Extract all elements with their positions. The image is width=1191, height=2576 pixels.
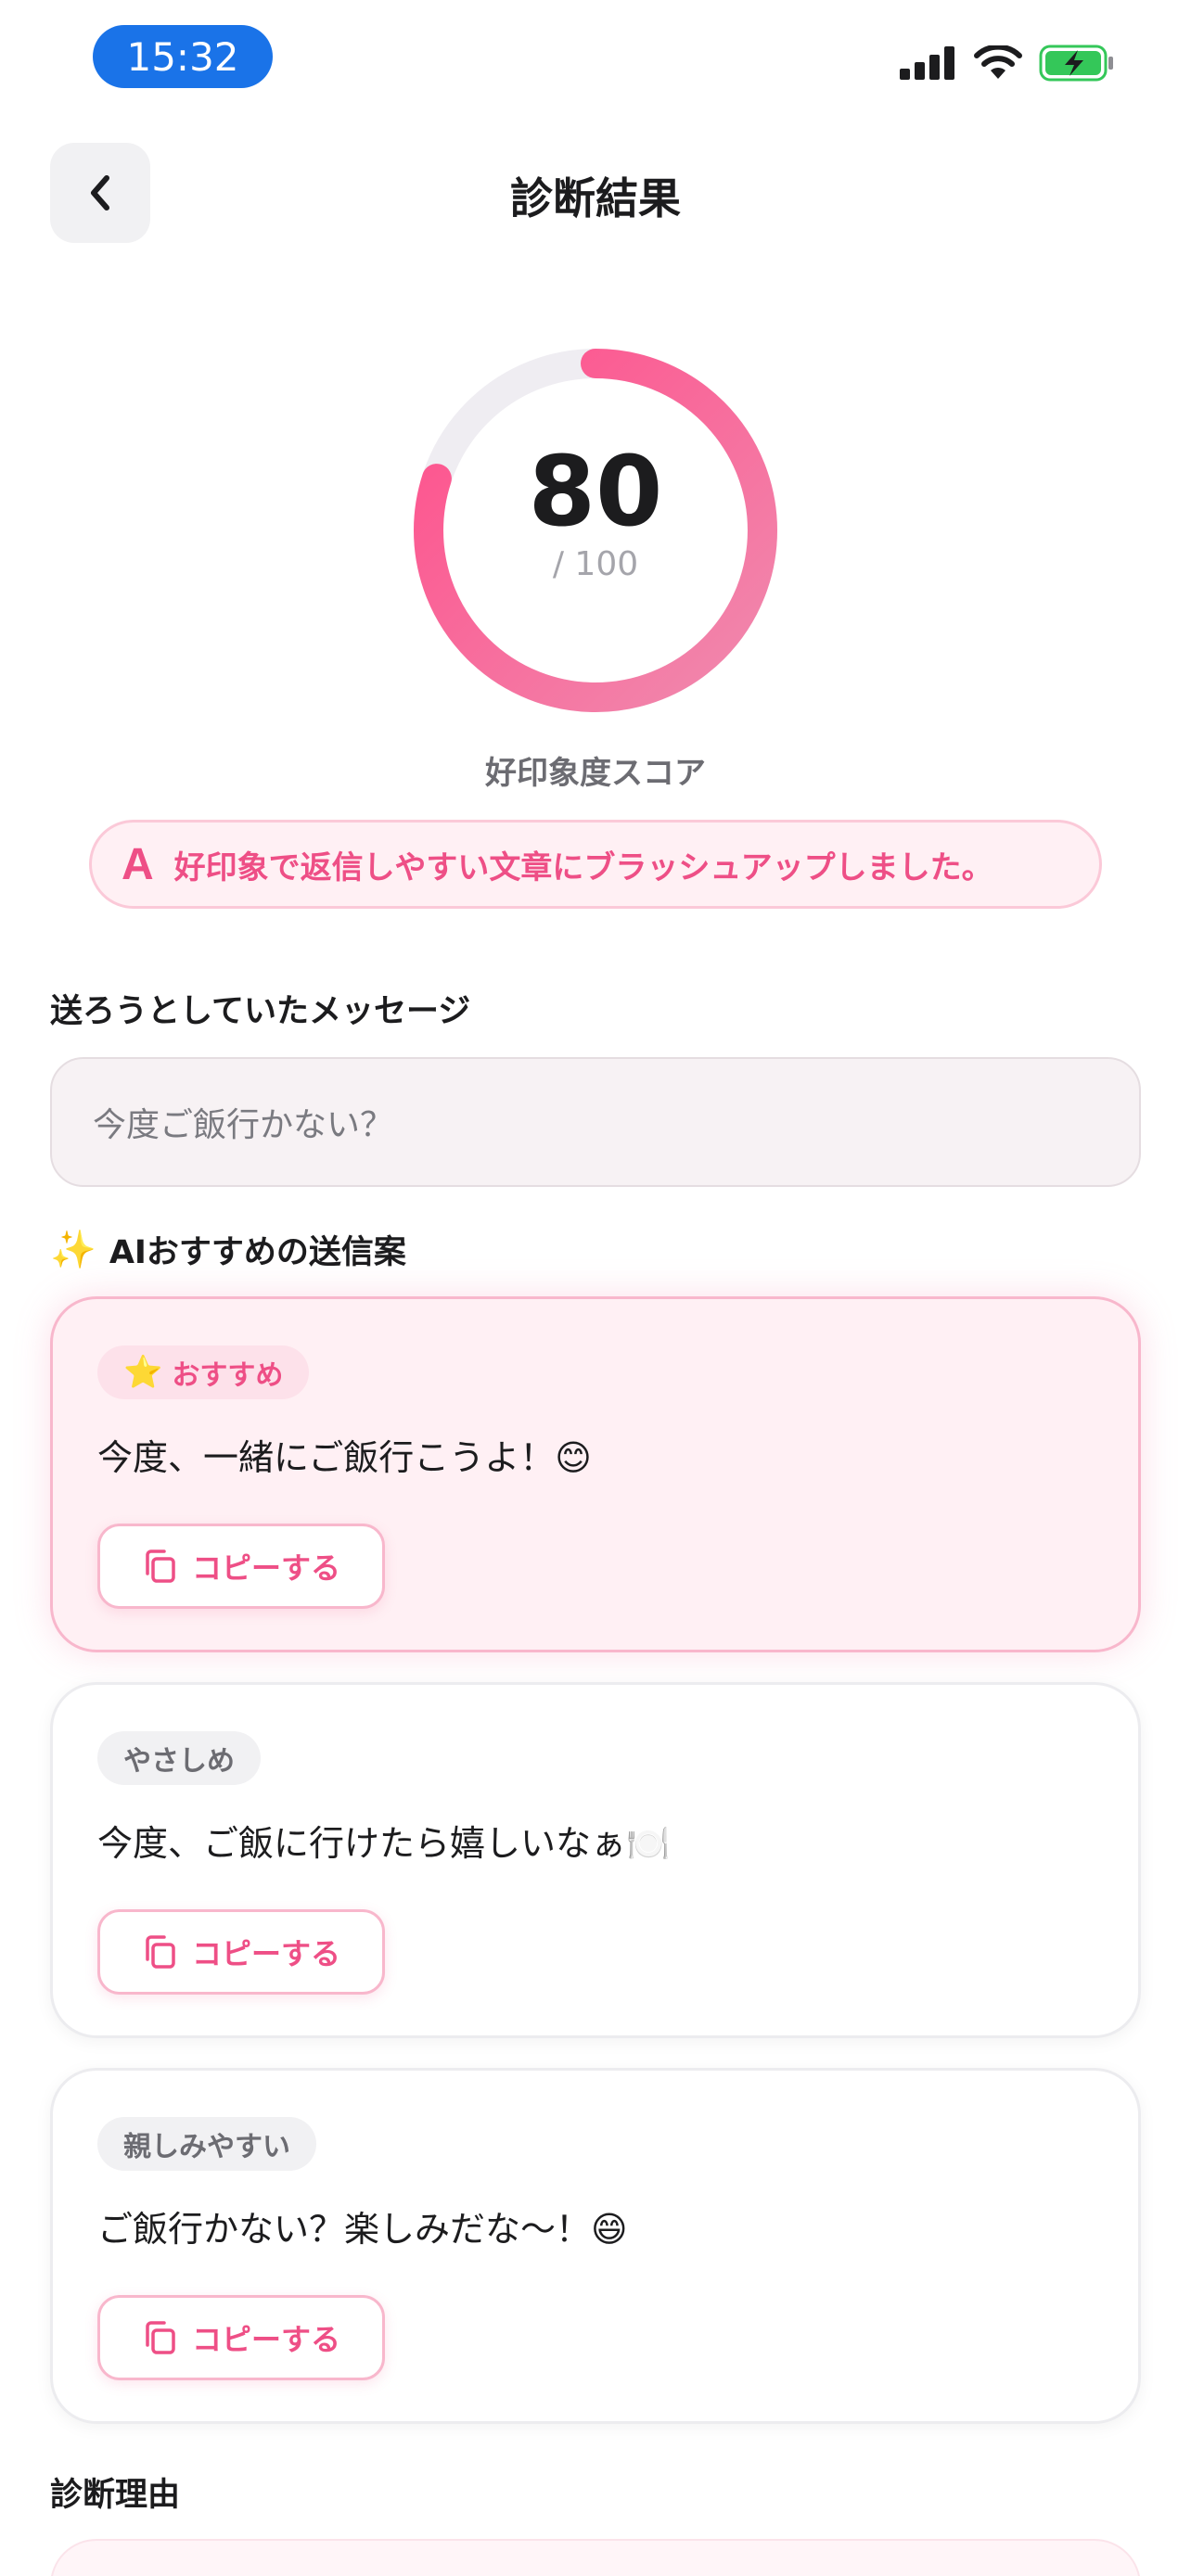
original-message-box: 今度ご飯行かない？ <box>50 1057 1141 1187</box>
copy-button[interactable]: コピーする <box>97 1909 385 1995</box>
copy-button[interactable]: コピーする <box>97 1524 385 1609</box>
sparkles-icon: ✨ <box>50 1229 96 1271</box>
wifi-icon <box>974 45 1022 79</box>
star-icon: ⭐ <box>123 1354 163 1391</box>
original-message-heading: 送ろうとしていたメッセージ <box>50 993 471 1030</box>
suggestion-card-gentle: やさしめ 今度、ご飯に行けたら嬉しいなぁ🍽️ コピーする <box>50 1682 1141 2038</box>
ai-suggestions-title: AIおすすめの送信案 <box>109 1234 406 1271</box>
diagnosis-reason-heading: 診断理由 <box>50 2477 181 2514</box>
ai-suggestions-heading: ✨ AIおすすめの送信案 <box>50 1226 406 1273</box>
banner-text: 好印象で返信しやすい文章にブラッシュアップしました。 <box>173 848 993 886</box>
score-max: / 100 <box>552 545 639 583</box>
page-title: 診断結果 <box>510 173 681 223</box>
tag-friendly: 親しみやすい <box>97 2117 316 2171</box>
battery-charging-icon <box>1039 45 1113 82</box>
letter-a-icon: A <box>122 839 154 889</box>
status-bar: 15:32 <box>0 0 1191 121</box>
diagnosis-reason-card <box>50 2539 1141 2576</box>
copy-button-label: コピーする <box>191 2322 340 2357</box>
suggestion-text: 今度、一緒にご飯行こうよ！😊 <box>97 1437 592 1478</box>
suggestion-card-friendly: 親しみやすい ご飯行かない？楽しみだな〜！😄 コピーする <box>50 2068 1141 2424</box>
status-icons <box>900 45 1115 82</box>
tag-label: おすすめ <box>172 1359 284 1392</box>
tag-gentle: やさしめ <box>97 1731 261 1785</box>
copy-icon <box>146 1935 175 1969</box>
score-value: 80 <box>528 435 663 548</box>
suggestion-text: ご飯行かない？楽しみだな〜！😄 <box>97 2209 628 2250</box>
copy-icon <box>146 2321 175 2354</box>
suggestion-card-recommended: ⭐ おすすめ 今度、一緒にご飯行こうよ！😊 コピーする <box>50 1296 1141 1652</box>
suggestion-text: 今度、ご飯に行けたら嬉しいなぁ🍽️ <box>97 1823 671 1864</box>
result-banner: A 好印象で返信しやすい文章にブラッシュアップしました。 <box>89 820 1102 909</box>
copy-button-label: コピーする <box>191 1936 340 1971</box>
copy-button-label: コピーする <box>191 1550 340 1586</box>
copy-button[interactable]: コピーする <box>97 2295 385 2380</box>
copy-icon <box>146 1549 175 1583</box>
score-label: 好印象度スコア <box>485 755 706 792</box>
tag-label: やさしめ <box>123 1745 235 1778</box>
tag-label: 親しみやすい <box>123 2131 290 2163</box>
tag-recommended: ⭐ おすすめ <box>97 1345 310 1399</box>
cellular-signal-icon <box>900 46 954 80</box>
status-time: 15:32 <box>93 25 273 88</box>
